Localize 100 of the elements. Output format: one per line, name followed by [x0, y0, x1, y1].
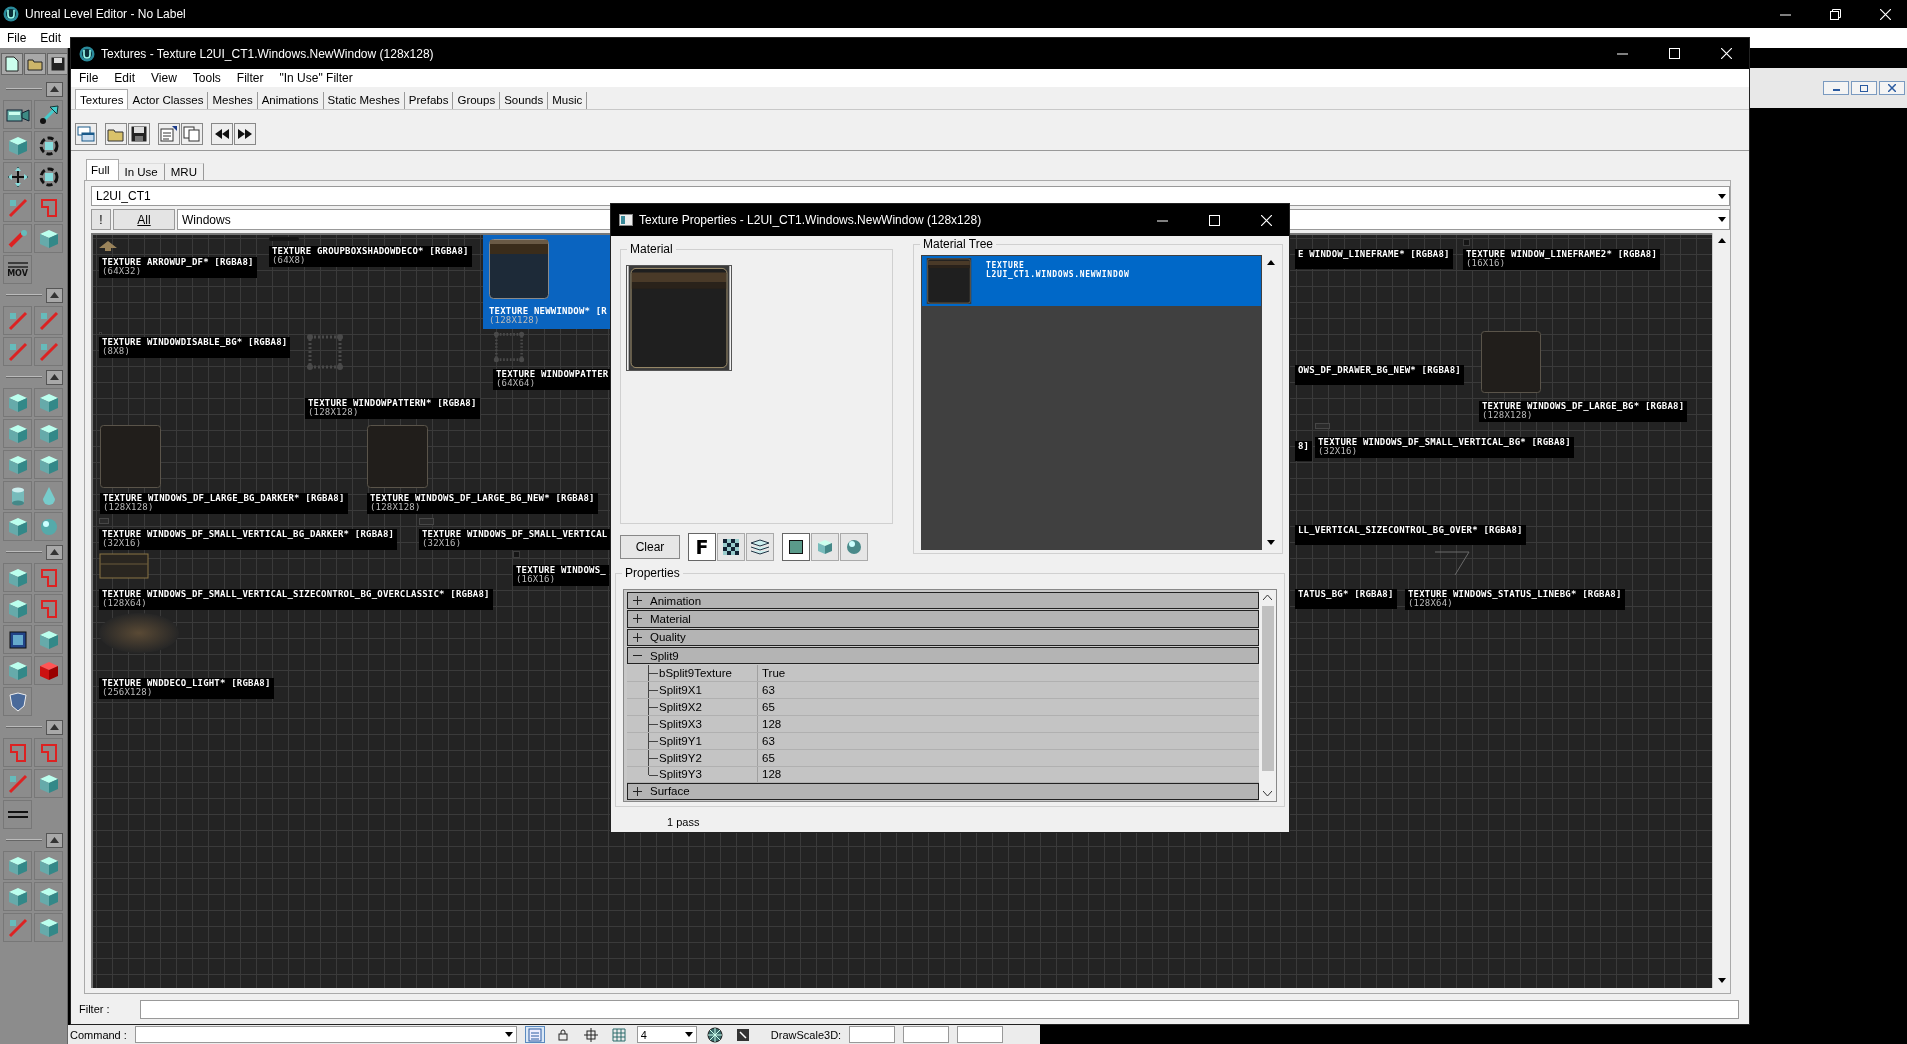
- package-dropdown[interactable]: L2UI_CT1: [91, 186, 1730, 206]
- previous-button[interactable]: [211, 123, 233, 145]
- scale-x-field[interactable]: [849, 1026, 896, 1043]
- texture-item[interactable]: TEXTURE WINDOWS_DF_SMALL_VERTICAL_SIZECONTROL_BG_OVERCLASSIC* [RGBA8] (128X64): [99, 553, 493, 610]
- property-value[interactable]: True: [758, 665, 786, 682]
- texture-item[interactable]: TEXTURE WINDOWS_DF_LARGE_BG_NEW* [RGBA8] (128X128): [367, 425, 598, 514]
- scrollbar[interactable]: [1259, 590, 1276, 801]
- tool-button[interactable]: [34, 162, 63, 191]
- texture-item[interactable]: TEXTURE WINDOWS_DF_LARGE_BG* [RGBA8] (128X128): [1479, 331, 1688, 422]
- window-icon: [619, 214, 633, 226]
- tool-button[interactable]: [34, 131, 63, 160]
- property-value[interactable]: 65: [758, 750, 775, 767]
- tab[interactable]: Sounds: [500, 92, 549, 109]
- line-icon: [6, 772, 29, 795]
- invert-button[interactable]: !: [91, 209, 111, 230]
- duplicate-button[interactable]: [181, 123, 203, 145]
- scale-z-field[interactable]: [957, 1026, 1004, 1043]
- texture-item[interactable]: TEXTURE WINDOWPATTERN* [RGBA8] (128X128): [305, 333, 480, 419]
- collapse-button[interactable]: [46, 719, 63, 735]
- close-button[interactable]: [1879, 81, 1905, 95]
- mode-button[interactable]: [717, 533, 745, 561]
- tool-button[interactable]: [3, 800, 32, 829]
- preview-shape-button[interactable]: [782, 533, 810, 561]
- tab[interactable]: Music: [548, 92, 588, 109]
- property-category[interactable]: Split9: [627, 646, 1259, 665]
- property-category[interactable]: Material: [627, 610, 1259, 628]
- properties-button[interactable]: [158, 123, 180, 145]
- collapse-button[interactable]: [46, 832, 63, 848]
- property-category[interactable]: Animation: [627, 592, 1259, 610]
- clear-button[interactable]: Clear: [620, 535, 680, 559]
- tab[interactable]: Textures: [75, 89, 129, 109]
- tool-button[interactable]: [34, 100, 63, 129]
- texture-item[interactable]: TEXTURE WINDOWS_DF_SMALL_VERTICAL (32X16): [419, 518, 611, 550]
- menu-item[interactable]: Tools: [192, 71, 221, 85]
- collapse-button[interactable]: [46, 287, 63, 303]
- tab[interactable]: Meshes: [208, 92, 258, 109]
- texture-item[interactable]: TEXTURE WINDOW_LINEFRAME2* [RGBA8] (16X16): [1463, 239, 1661, 270]
- texture-item[interactable]: TEXTURE WINDOWS_STATUS_LINEBG* [RGBA8] (128X64): [1405, 551, 1625, 610]
- restore-button[interactable]: [1851, 81, 1877, 95]
- scale-y-field[interactable]: [903, 1026, 950, 1043]
- property-category[interactable]: Quality: [627, 628, 1259, 646]
- texture-item[interactable]: TEXTURE WINDOWS_DF_SMALL_VERTICAL_BG* [RGBA8] (32X16): [1315, 423, 1574, 458]
- tool-button[interactable]: [3, 100, 32, 129]
- property-value[interactable]: 63: [758, 733, 775, 750]
- texture-thumbnail: [99, 241, 117, 251]
- save-button[interactable]: [128, 123, 150, 145]
- mode-button[interactable]: F: [688, 533, 716, 561]
- tab[interactable]: Static Meshes: [323, 92, 405, 109]
- property-value[interactable]: 65: [758, 699, 775, 716]
- rotation-snap-button[interactable]: [704, 1026, 725, 1043]
- property-value[interactable]: 63: [758, 682, 775, 699]
- browser-button[interactable]: [75, 123, 97, 145]
- menu-item[interactable]: Edit: [114, 71, 136, 85]
- menu-item[interactable]: File: [7, 31, 27, 45]
- texture-item[interactable]: TEXTURE GROUPBOXSHADOWDECO* [RGBA8] (64X8): [269, 237, 472, 267]
- menu-item[interactable]: File: [79, 71, 99, 85]
- property-value[interactable]: 128: [758, 716, 782, 733]
- texture-item[interactable]: TEXTURE WINDOWS_DF_LARGE_BG_DARKER* [RGBA8] (128X128): [100, 425, 348, 514]
- texture-item[interactable]: 8]: [1295, 441, 1313, 461]
- menu-item[interactable]: Edit: [40, 31, 62, 45]
- filter-field[interactable]: [139, 999, 1739, 1019]
- tool-button[interactable]: [3, 162, 32, 191]
- grid-size-dropdown[interactable]: 4: [636, 1026, 697, 1043]
- property-value[interactable]: 128: [758, 767, 782, 782]
- tab[interactable]: Groups: [453, 92, 501, 109]
- texture-item[interactable]: E WINDOW_LINEFRAME* [RGBA8]: [1295, 249, 1453, 269]
- menu-item[interactable]: "In Use" Filter: [279, 71, 353, 85]
- tab[interactable]: Actor Classes: [128, 92, 209, 109]
- mode-button[interactable]: [746, 533, 774, 561]
- texture-item[interactable]: TATUS_BG* [RGBA8]: [1295, 589, 1397, 609]
- command-field[interactable]: [134, 1026, 517, 1043]
- log-button[interactable]: [524, 1026, 545, 1043]
- all-button[interactable]: All: [113, 209, 175, 230]
- texture-name: 8]: [1298, 442, 1310, 451]
- texture-item[interactable]: TEXTURE ARROWUP_DF* [RGBA8] (64X32): [99, 241, 257, 278]
- texture-item[interactable]: LL_VERTICAL_SIZECONTROL_BG_OVER* [RGBA8]: [1295, 525, 1526, 545]
- tab[interactable]: Full: [86, 159, 119, 180]
- tab[interactable]: Animations: [257, 92, 324, 109]
- menu-item[interactable]: Filter: [236, 71, 264, 85]
- collapse-button[interactable]: [46, 544, 63, 560]
- texture-item[interactable]: TEXTURE WINDOWS_DF_SMALL_VERTICAL_BG_DARKER* [RGBA8] (32X16): [99, 518, 398, 550]
- texture-item[interactable]: OWS_DF_DRAWER_BG_NEW* [RGBA8]: [1295, 365, 1464, 385]
- collapse-button[interactable]: [46, 81, 63, 97]
- cube-icon: [6, 453, 29, 476]
- new-button[interactable]: [1, 53, 23, 75]
- tool-button[interactable]: [3, 625, 32, 654]
- menu-item[interactable]: View: [151, 71, 177, 85]
- tab[interactable]: Prefabs: [404, 92, 454, 109]
- minimize-button[interactable]: [1823, 81, 1849, 95]
- tool-button[interactable]: MOV: [3, 255, 32, 284]
- texture-item[interactable]: TEXTURE WINDOWDISABLE_BG* [RGBA8] (8X8): [99, 332, 291, 358]
- open-button[interactable]: [105, 123, 127, 145]
- save-button[interactable]: [47, 53, 67, 75]
- texture-item[interactable]: TEXTURE WNDDECO_LIGHT* [RGBA8] (256X128): [99, 613, 274, 699]
- collapse-button[interactable]: [46, 369, 63, 385]
- texture-item[interactable]: TEXTURE WINDOWPATTER (64X64): [493, 331, 612, 390]
- cube-icon: [37, 227, 60, 250]
- tree-item[interactable]: TEXTURE L2UI_CT1.WINDOWS.NEWWINDOW: [922, 256, 1261, 306]
- next-button[interactable]: [234, 123, 256, 145]
- texture-item[interactable]: TEXTURE WINDOWS_ (16X16): [513, 551, 609, 586]
